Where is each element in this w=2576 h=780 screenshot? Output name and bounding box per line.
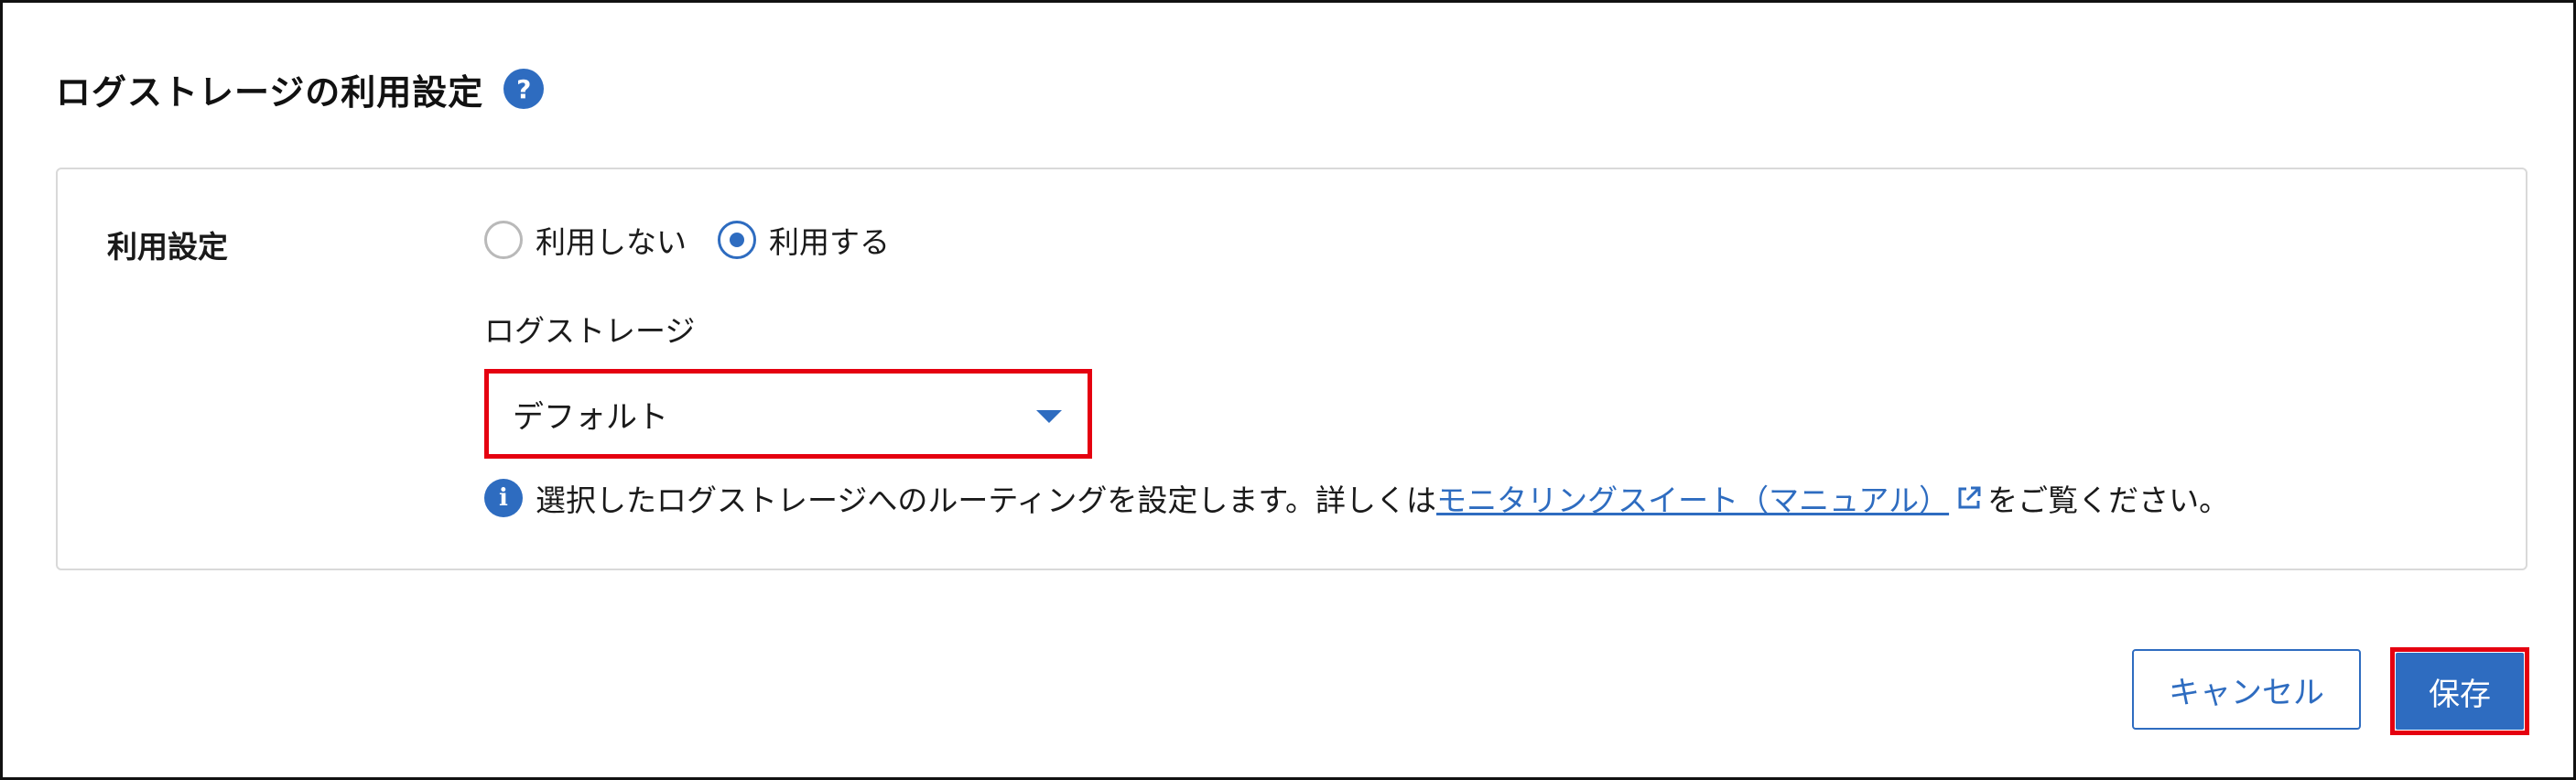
radio-option-enabled[interactable]: 利用する (718, 218, 890, 262)
usage-radio-group: 利用しない 利用する (484, 217, 890, 263)
caret-down-icon[interactable] (1036, 410, 1062, 423)
log-storage-select-value: デフォルト (513, 398, 668, 436)
radio-option-disabled[interactable]: 利用しない (484, 218, 687, 262)
external-link-icon[interactable] (1954, 483, 1984, 513)
radio-label-enabled: 利用する (769, 224, 890, 260)
info-message: i 選択したログストレージへのルーティングを設定します。詳しくは モニタリングス… (484, 475, 2229, 521)
info-icon: i (484, 479, 523, 517)
save-button[interactable]: 保存 (2396, 653, 2524, 730)
radio-label-disabled: 利用しない (536, 224, 687, 260)
usage-setting-label: 利用設定 (107, 229, 228, 265)
cancel-button[interactable]: キャンセル (2132, 649, 2361, 730)
page-header: ログストレージの利用設定 ? (56, 61, 545, 116)
info-text-before: 選択したログストレージへのルーティングを設定します。詳しくは (536, 482, 1437, 518)
settings-dialog: ログストレージの利用設定 ? 利用設定 利用しない 利用する ログストレージ デ… (0, 0, 2576, 780)
log-storage-select[interactable]: デフォルト (484, 369, 1092, 459)
help-icon[interactable]: ? (503, 69, 545, 109)
log-storage-label: ログストレージ (484, 313, 696, 349)
info-text-after: をご覧ください。 (1987, 482, 2230, 518)
radio-unchecked-icon[interactable] (484, 221, 523, 259)
manual-link[interactable]: モニタリングスイート（マニュアル） (1436, 476, 1949, 520)
page-title: ログストレージの利用設定 (56, 71, 484, 113)
radio-checked-icon[interactable] (718, 221, 756, 259)
settings-panel: 利用設定 利用しない 利用する ログストレージ デフォルト i 選択したログスト… (56, 168, 2527, 570)
